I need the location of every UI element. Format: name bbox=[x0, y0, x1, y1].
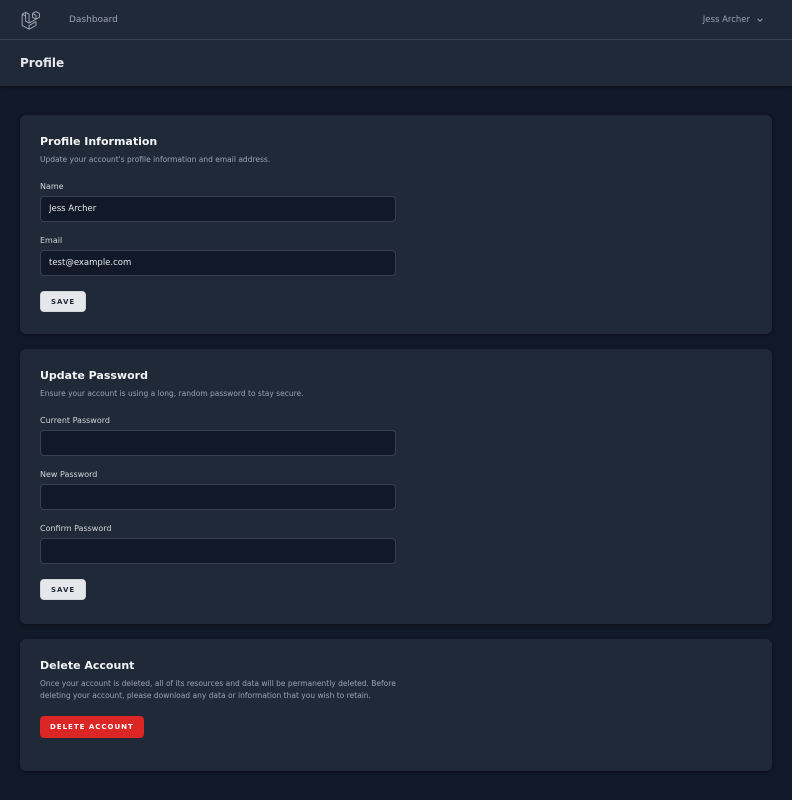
delete-account-title: Delete Account bbox=[40, 659, 135, 672]
chevron-down-icon bbox=[756, 16, 764, 24]
name-label: Name bbox=[40, 182, 64, 191]
current-password-input[interactable] bbox=[40, 430, 396, 456]
delete-account-description: Once your account is deleted, all of its… bbox=[40, 679, 396, 700]
new-password-label: New Password bbox=[40, 470, 98, 479]
user-name: Jess Archer bbox=[702, 15, 750, 25]
delete-account-card: Delete Account Once your account is dele… bbox=[20, 639, 772, 771]
confirm-password-label: Confirm Password bbox=[40, 524, 112, 533]
update-password-description: Ensure your account is using a long, ran… bbox=[40, 389, 304, 398]
current-password-label: Current Password bbox=[40, 416, 110, 425]
confirm-password-field-group: Confirm Password bbox=[40, 524, 752, 564]
profile-save-button[interactable]: SAVE bbox=[40, 291, 87, 312]
email-input[interactable] bbox=[40, 250, 396, 276]
profile-information-description: Update your account's profile informatio… bbox=[40, 155, 271, 164]
new-password-field-group: New Password bbox=[40, 470, 752, 510]
name-field-group: Name bbox=[40, 182, 752, 222]
laravel-logo-icon[interactable] bbox=[20, 9, 42, 31]
user-menu-dropdown[interactable]: Jess Archer bbox=[703, 0, 764, 40]
email-label: Email bbox=[40, 236, 63, 245]
confirm-password-input[interactable] bbox=[40, 538, 396, 564]
delete-account-button[interactable]: DELETE ACCOUNT bbox=[40, 716, 144, 738]
name-input[interactable] bbox=[40, 196, 396, 222]
top-navigation: Dashboard Jess Archer bbox=[0, 0, 792, 40]
new-password-input[interactable] bbox=[40, 484, 396, 510]
profile-information-title: Profile Information bbox=[40, 135, 158, 148]
current-password-field-group: Current Password bbox=[40, 416, 752, 456]
main-content: Profile Information Update your account'… bbox=[0, 86, 792, 771]
update-password-title: Update Password bbox=[40, 369, 148, 382]
page-header: Profile bbox=[0, 40, 792, 86]
password-save-button[interactable]: SAVE bbox=[40, 579, 87, 600]
page-title: Profile bbox=[20, 56, 65, 70]
profile-information-card: Profile Information Update your account'… bbox=[20, 115, 772, 334]
email-field-group: Email bbox=[40, 236, 752, 276]
nav-dashboard-link[interactable]: Dashboard bbox=[69, 15, 118, 25]
update-password-card: Update Password Ensure your account is u… bbox=[20, 349, 772, 624]
